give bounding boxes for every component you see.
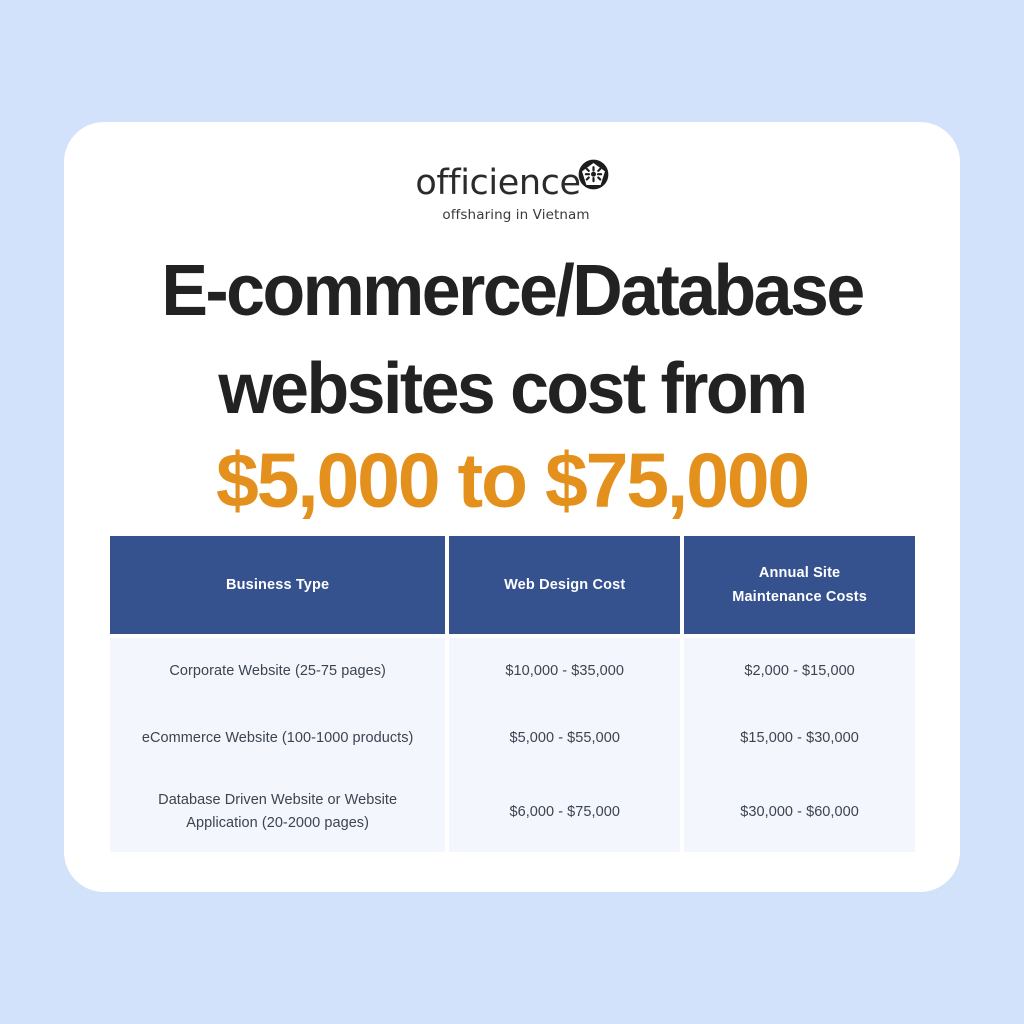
column-header-line-1: Annual Site [758,565,841,581]
column-header-business-type: Business Type [110,536,446,634]
officience-pentagon-logo-icon [578,159,609,190]
cell-business-type: eCommerce Website (100-1000 products) [110,705,446,772]
headline-line-2: websites cost from [218,349,808,429]
headline-line-1: E-commerce/Database [161,251,865,331]
table-row: Database Driven Website or Website Appli… [110,772,915,852]
logo-row: officience [415,159,609,203]
logo-tagline: offsharing in Vietnam [442,207,590,223]
cell-business-type-line-1: Database Driven Website or Website [158,792,398,808]
column-header-annual-maintenance-cost: Annual Site Maintenance Costs [684,536,915,634]
table-header-row: Business Type Web Design Cost Annual Sit… [110,536,915,634]
table-row: Corporate Website (25-75 pages) $10,000 … [110,638,915,705]
cell-web-design-cost: $5,000 - $55,000 [449,705,681,772]
column-header-line-2: Maintenance Costs [732,589,867,605]
cell-web-design-cost: $10,000 - $35,000 [449,638,681,705]
brand-logo: officience offsharing in Vietnam [64,159,960,223]
column-header-web-design-cost: Web Design Cost [449,536,681,634]
cell-annual-maintenance-cost: $15,000 - $30,000 [684,705,915,772]
price-range-highlight: $5,000 to $75,000 [216,438,810,524]
cell-business-type-line-2: Application (20-2000 pages) [186,815,369,831]
cell-annual-maintenance-cost: $30,000 - $60,000 [684,772,915,852]
content-card: officience offsharing in Vietnam E-comme… [64,122,960,892]
table-row: eCommerce Website (100-1000 products) $5… [110,705,915,772]
cell-business-type: Corporate Website (25-75 pages) [110,638,446,705]
cell-web-design-cost: $6,000 - $75,000 [449,772,681,852]
logo-wordmark: officience [415,163,581,203]
infographic-canvas: officience offsharing in Vietnam E-comme… [0,0,1024,1024]
table-body: Corporate Website (25-75 pages) $10,000 … [110,638,915,852]
cell-business-type: Database Driven Website or Website Appli… [110,772,446,852]
pricing-table: Business Type Web Design Cost Annual Sit… [110,536,915,852]
cell-annual-maintenance-cost: $2,000 - $15,000 [684,638,915,705]
page-headline: E-commerce/Database websites cost from [77,242,946,438]
